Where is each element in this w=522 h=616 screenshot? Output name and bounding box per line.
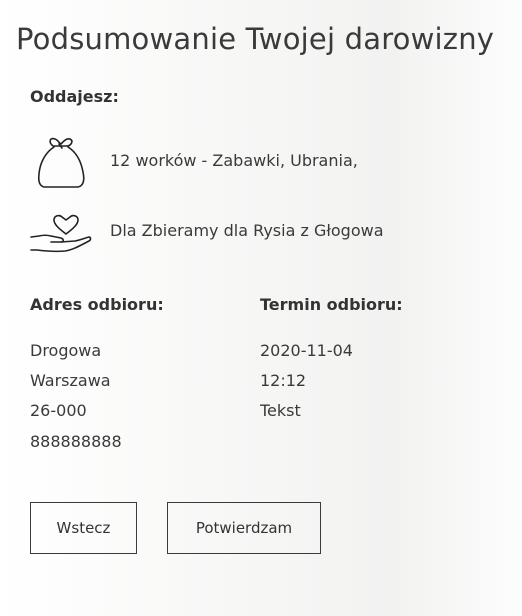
page-title: Podsumowanie Twojej darowizny [16, 22, 495, 56]
heart-hand-icon [29, 214, 93, 260]
confirm-button[interactable]: Potwierdzam [167, 502, 321, 554]
address-phone: 888888888 [30, 432, 122, 451]
term-note: Tekst [260, 401, 301, 420]
term-time: 12:12 [260, 371, 307, 390]
bag-icon [36, 134, 86, 194]
items-text: 12 worków - Zabawki, Ubrania, [110, 151, 358, 170]
address-street: Drogowa [30, 341, 102, 360]
term-label: Termin odbioru: [260, 295, 403, 314]
term-date: 2020-11-04 [260, 341, 353, 360]
address-postcode: 26-000 [30, 401, 87, 420]
address-city: Warszawa [30, 371, 111, 390]
address-label: Adres odbioru: [30, 295, 164, 314]
recipient-text: Dla Zbieramy dla Rysia z Głogowa [110, 221, 384, 240]
back-button[interactable]: Wstecz [30, 502, 137, 554]
give-label: Oddajesz: [30, 87, 119, 106]
